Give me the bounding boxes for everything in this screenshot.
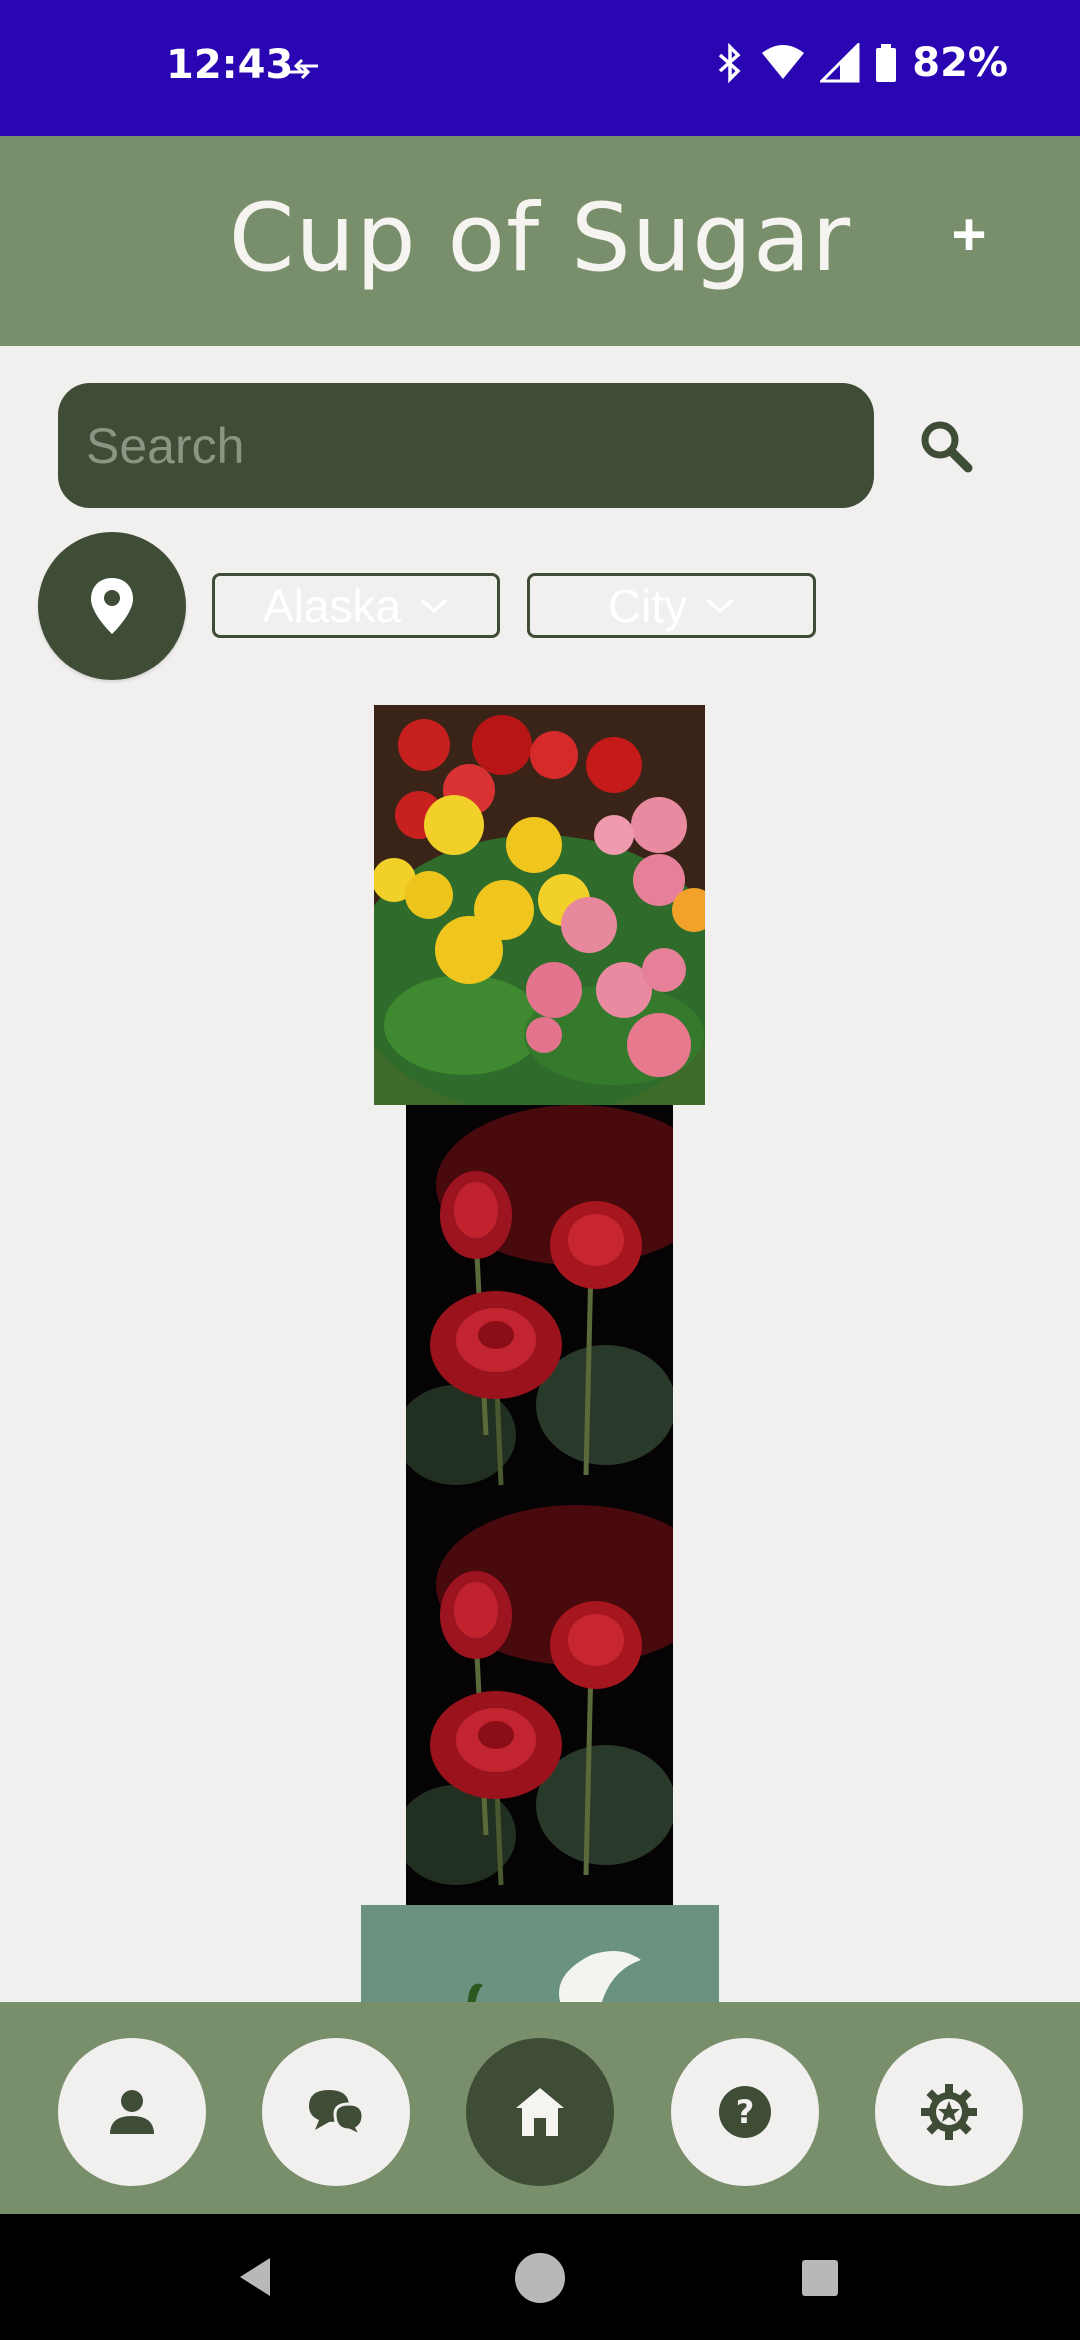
state-select-value: Alaska [262,579,402,632]
status-icons: 82% [714,40,1008,86]
begonia-photo [374,705,705,1105]
recents-icon[interactable] [800,2258,840,2298]
chevron-down-icon [706,598,734,613]
chat-icon [309,2090,365,2140]
nav-chat-button[interactable] [262,2038,410,2186]
system-nav-bar [0,2214,1080,2340]
data-transfer-icon [286,58,318,80]
app-title: Cup of Sugar [228,184,852,293]
home-circle-icon[interactable] [514,2252,566,2304]
city-select[interactable]: City [527,573,816,638]
app-header: Cup of Sugar + [0,136,1080,346]
listing-image-lily[interactable] [361,1905,719,2005]
home-icon [516,2088,564,2136]
settings-icon [921,2084,977,2140]
svg-text:?: ? [736,2093,755,2131]
back-icon[interactable] [236,2256,274,2298]
wifi-icon [762,45,805,79]
search-input[interactable] [58,383,874,508]
bottom-nav: ? [0,2002,1080,2214]
profile-icon [110,2090,154,2134]
rose-photo [406,1105,673,1505]
state-select[interactable]: Alaska [212,573,500,638]
nav-profile-button[interactable] [58,2038,206,2186]
help-icon: ? [719,2086,771,2138]
battery-icon [876,44,897,82]
chevron-down-icon [420,598,448,613]
location-button[interactable] [38,532,186,680]
listing-image-roses[interactable] [406,1105,673,1505]
battery-percent: 82% [912,40,1008,86]
search-icon[interactable] [912,412,982,482]
status-time: 12:43 [166,42,294,88]
status-bar: 12:43 82% [0,0,1080,136]
cellular-signal-icon [820,43,860,83]
listing-image-begonias[interactable] [374,705,705,1105]
nav-home-button[interactable] [466,2038,614,2186]
listing-image-roses[interactable] [406,1505,673,1905]
rose-photo [406,1505,673,1905]
nav-settings-button[interactable] [875,2038,1023,2186]
bluetooth-icon [719,43,741,83]
location-pin-icon [91,578,133,634]
nav-help-button[interactable]: ? [671,2038,819,2186]
lily-photo [361,1905,719,2005]
city-select-value: City [607,579,688,632]
add-button[interactable]: + [934,200,1004,270]
